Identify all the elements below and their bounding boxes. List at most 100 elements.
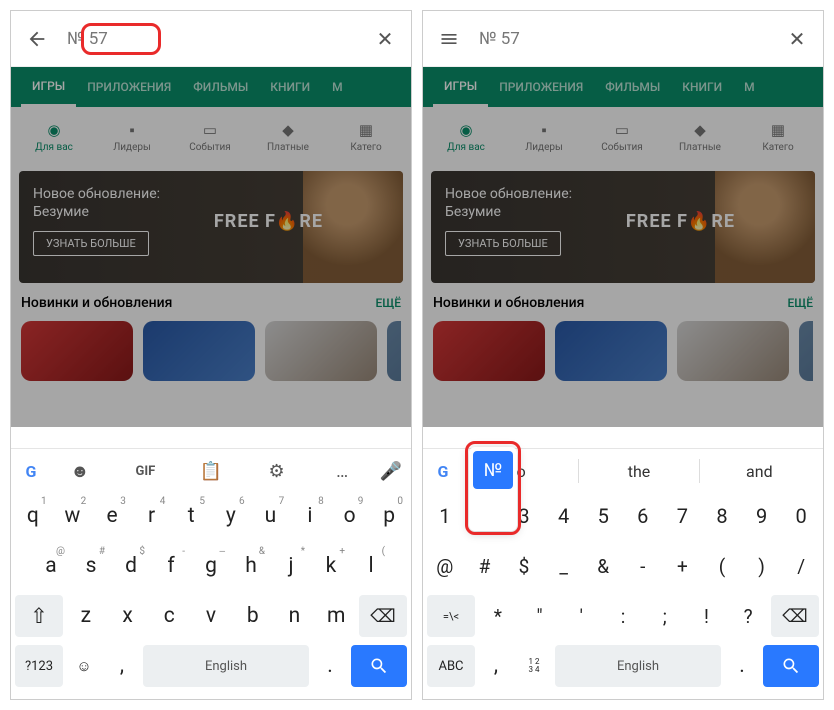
backspace-key[interactable]: ⌫	[359, 595, 407, 637]
key-at[interactable]: @	[427, 545, 463, 587]
key-7[interactable]: 7	[665, 495, 701, 537]
back-icon[interactable]	[25, 27, 49, 51]
sticker-icon[interactable]: ☻	[47, 461, 113, 482]
alt-key[interactable]: 1 2 3 4	[517, 645, 551, 687]
app-card[interactable]	[433, 321, 545, 381]
subtab-foryou[interactable]: ◉Для вас	[15, 121, 93, 153]
key-c[interactable]: c	[150, 595, 188, 637]
key-colon[interactable]: :	[604, 595, 642, 637]
subtab-paid[interactable]: ◆Платные	[661, 121, 739, 153]
key-bang[interactable]: !	[688, 595, 726, 637]
app-card[interactable]	[555, 321, 667, 381]
subtab-events[interactable]: ▭События	[171, 121, 249, 153]
section-more[interactable]: ЕЩЁ	[787, 296, 813, 310]
tab-apps[interactable]: ПРИЛОЖЕНИЯ	[76, 67, 182, 107]
key-squote[interactable]: '	[562, 595, 600, 637]
gif-button[interactable]: GIF	[113, 464, 179, 479]
space-key[interactable]: English	[143, 645, 309, 687]
subtab-leaders[interactable]: ▪Лидеры	[93, 121, 171, 153]
clipboard-icon[interactable]: 📋	[178, 461, 244, 482]
sugg-word[interactable]: the	[579, 462, 698, 481]
key-v[interactable]: v	[192, 595, 230, 637]
subtab-categories[interactable]: ▦Катего	[739, 121, 817, 153]
tab-games[interactable]: ИГРЫ	[433, 67, 488, 107]
period-key[interactable]: .	[725, 645, 759, 687]
key-star[interactable]: *	[479, 595, 517, 637]
subtab-events[interactable]: ▭События	[583, 121, 661, 153]
key-q[interactable]: 1q	[15, 495, 51, 537]
tab-games[interactable]: ИГРЫ	[21, 67, 76, 107]
more-icon[interactable]: …	[309, 461, 375, 482]
key-w[interactable]: 2w	[55, 495, 91, 537]
key-4[interactable]: 4	[546, 495, 582, 537]
key-m[interactable]: m	[317, 595, 355, 637]
key-semi[interactable]: ;	[646, 595, 684, 637]
key-k[interactable]: +k	[313, 545, 349, 587]
key-underscore[interactable]: _	[546, 545, 582, 587]
clear-icon[interactable]: ✕	[373, 27, 397, 51]
key-1[interactable]: 1	[427, 495, 463, 537]
subtab-paid[interactable]: ◆Платные	[249, 121, 327, 153]
key-z[interactable]: z	[67, 595, 105, 637]
clear-icon[interactable]: ✕	[785, 27, 809, 51]
tab-books[interactable]: КНИГИ	[259, 67, 321, 107]
space-key[interactable]: English	[555, 645, 721, 687]
key-dquote[interactable]: "	[521, 595, 559, 637]
promo-button[interactable]: УЗНАТЬ БОЛЬШЕ	[33, 231, 149, 256]
key-rparen[interactable]: )	[744, 545, 780, 587]
google-icon[interactable]: G	[15, 462, 47, 481]
app-card[interactable]	[143, 321, 255, 381]
mic-icon[interactable]: 🎤	[375, 461, 407, 482]
promo-banner[interactable]: Новое обновление: Безумие УЗНАТЬ БОЛЬШЕ …	[19, 171, 403, 283]
tab-more[interactable]: М	[733, 67, 766, 107]
key-hash[interactable]: #	[467, 545, 503, 587]
shift-sym-key[interactable]: =\<	[427, 595, 475, 637]
key-y[interactable]: 6y	[213, 495, 249, 537]
key-dash[interactable]: -	[625, 545, 661, 587]
key-plus[interactable]: +	[665, 545, 701, 587]
comma-key[interactable]: ,	[105, 645, 139, 687]
promo-button[interactable]: УЗНАТЬ БОЛЬШЕ	[445, 231, 561, 256]
key-slash[interactable]: /	[783, 545, 819, 587]
key-t[interactable]: 5t	[173, 495, 209, 537]
search-key[interactable]	[763, 645, 819, 687]
app-card[interactable]	[21, 321, 133, 381]
key-qmark[interactable]: ?	[729, 595, 767, 637]
emoji-key[interactable]: ☺	[67, 645, 101, 687]
backspace-key[interactable]: ⌫	[771, 595, 819, 637]
app-card[interactable]	[265, 321, 377, 381]
key-6[interactable]: 6	[625, 495, 661, 537]
key-r[interactable]: 4r	[134, 495, 170, 537]
key-h[interactable]: &h	[233, 545, 269, 587]
key-x[interactable]: x	[109, 595, 147, 637]
promo-banner[interactable]: Новое обновление: Безумие УЗНАТЬ БОЛЬШЕ …	[431, 171, 815, 283]
popup-option-blank[interactable]	[473, 489, 513, 527]
key-s[interactable]: #s	[73, 545, 109, 587]
app-card[interactable]	[799, 321, 813, 381]
app-card[interactable]	[677, 321, 789, 381]
key-g[interactable]: ‒g	[193, 545, 229, 587]
section-more[interactable]: ЕЩЁ	[375, 296, 401, 310]
tab-apps[interactable]: ПРИЛОЖЕНИЯ	[488, 67, 594, 107]
tab-movies[interactable]: ФИЛЬМЫ	[594, 67, 671, 107]
key-5[interactable]: 5	[585, 495, 621, 537]
tab-movies[interactable]: ФИЛЬМЫ	[182, 67, 259, 107]
sugg-word[interactable]: and	[700, 462, 819, 481]
comma-key[interactable]: ,	[479, 645, 513, 687]
menu-icon[interactable]	[437, 27, 461, 51]
key-e[interactable]: 3e	[94, 495, 130, 537]
key-a[interactable]: @a	[33, 545, 69, 587]
search-input[interactable]: № 57	[479, 29, 785, 49]
key-dollar[interactable]: $	[506, 545, 542, 587]
key-0[interactable]: 0	[783, 495, 819, 537]
key-f[interactable]: -f	[153, 545, 189, 587]
key-u[interactable]: 7u	[253, 495, 289, 537]
key-l[interactable]: (l	[353, 545, 389, 587]
key-p[interactable]: 0p	[371, 495, 407, 537]
shift-key[interactable]: ⇧	[15, 595, 63, 637]
key-o[interactable]: 9o	[332, 495, 368, 537]
key-amp[interactable]: &	[585, 545, 621, 587]
key-j[interactable]: *j	[273, 545, 309, 587]
subtab-categories[interactable]: ▦Катего	[327, 121, 405, 153]
subtab-foryou[interactable]: ◉Для вас	[427, 121, 505, 153]
